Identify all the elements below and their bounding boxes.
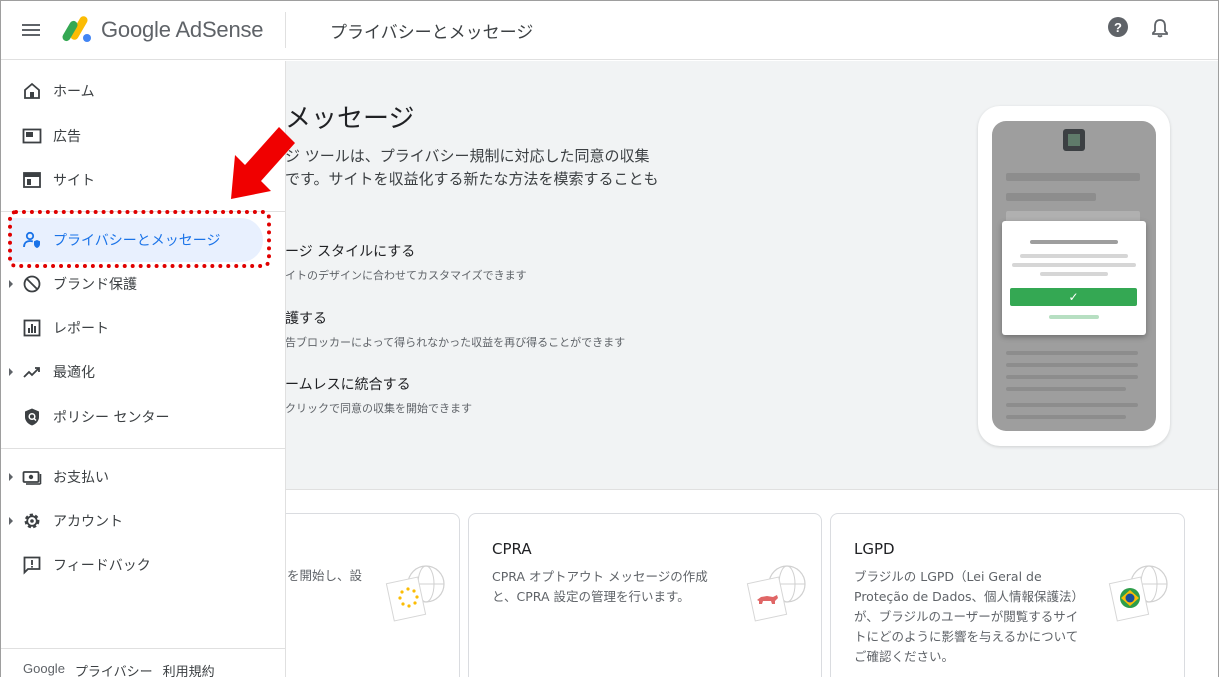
sidebar-item-brand-safety[interactable]: ブランド保護 [1,262,286,306]
page-title: プライバシーとメッセージ [330,22,534,43]
feature-title: ージ スタイルにする [285,244,416,260]
main-menu-button[interactable] [1,1,61,60]
adsense-logo[interactable]: Google AdSense [61,16,285,44]
sidebar-item-label: ポリシー センター [53,410,170,426]
shield-icon [21,406,43,428]
annotation-arrow-icon [231,127,295,199]
phone-screen: ✓ [992,121,1156,431]
lgpd-card[interactable]: LGPD ブラジルの LGPD（Lei Geral de Proteção de… [830,513,1185,677]
sidebar-divider [1,648,286,649]
cpra-card[interactable]: CPRA CPRA オプトアウト メッセージの作成 と、CPRA 設定の管理を行… [468,513,822,677]
phone-illustration: ✓ [978,106,1170,446]
card-description-line: Proteção de Dados、個人情報保護法） [854,589,1085,604]
sidebar-divider [1,448,286,449]
placeholder-bar [1006,193,1096,201]
card-title: CPRA [492,540,532,558]
help-icon[interactable]: ? [1108,17,1128,37]
feature-subtitle: クリックで同意の収集を開始できます [285,402,472,415]
card-description-line: トにどのように影響を与えるかについて [854,629,1079,644]
expand-caret-icon [9,280,13,288]
placeholder-bar [1006,173,1140,181]
adsense-logo-icon [62,16,91,42]
card-description: CPRA オプトアウト メッセージの作成 と、CPRA 設定の管理を行います。 [492,567,708,607]
feature-item: 護する 告ブロッカーによって得られなかった収益を再び得ることができます [285,308,625,350]
trending-up-icon [21,361,43,383]
card-description: ブラジルの LGPD（Lei Geral de Proteção de Dado… [854,567,1084,667]
sidebar-item-label: アカウント [53,514,123,530]
home-icon [21,80,43,102]
block-icon [21,273,43,295]
sidebar-item-label: お支払い [53,470,109,486]
sidebar-item-payments[interactable]: お支払い [1,455,286,499]
california-flag-illustration-icon [746,565,806,622]
hamburger-icon [22,29,40,31]
sidebar-item-label: 最適化 [53,365,95,381]
placeholder-line [1030,240,1118,244]
sidebar-footer: Google プライバシー 利用規約 [23,661,215,677]
placeholder-line [1012,263,1136,267]
placeholder-line [1020,254,1128,258]
top-app-bar: Google AdSense プライバシーとメッセージ ? [1,1,1218,60]
card-description-line: ご確認ください。 [854,649,955,664]
site-logo-icon [1063,129,1085,151]
hero-desc-line: ジ ツールは、プライバシー規制に対応した同意の収集 [285,147,650,165]
logo-text: Google AdSense [101,17,264,42]
sidebar-item-feedback[interactable]: フィードバック [1,543,286,587]
placeholder-line [1006,387,1126,391]
feature-title: 護する [285,311,327,327]
card-title: LGPD [854,540,895,558]
card-description-line: と、CPRA 設定の管理を行います。 [492,589,690,604]
sidebar-item-label: ホーム [53,84,95,100]
privacy-link[interactable]: プライバシー [75,661,153,677]
notifications-bell-icon[interactable] [1150,17,1170,39]
sidebar-item-label: 広告 [53,129,81,145]
header-divider [285,12,286,48]
expand-caret-icon [9,473,13,481]
placeholder-line [1006,375,1138,379]
sidebar-item-home[interactable]: ホーム [1,69,286,113]
checkmark-icon: ✓ [1010,288,1137,306]
card-description-line: が、ブラジルのユーザーが閲覧するサイ [854,609,1079,624]
placeholder-line [1049,315,1099,319]
hero-desc-line: です。サイトを収益化する新たな方法を模索することも [285,170,659,188]
sidebar-item-label: ブランド保護 [53,277,137,293]
gear-icon [21,510,43,532]
annotation-dotted-highlight [8,210,271,268]
feature-item: ージ スタイルにする イトのデザインに合わせてカスタマイズできます [285,241,527,283]
terms-link[interactable]: 利用規約 [163,661,215,677]
feature-subtitle: 告ブロッカーによって得られなかった収益を再び得ることができます [285,336,626,349]
sidebar-item-label: レポート [53,321,109,337]
feature-item: ームレスに統合する クリックで同意の収集を開始できます [285,374,472,416]
feedback-icon [21,554,43,576]
ads-icon [21,125,43,147]
sidebar-item-account[interactable]: アカウント [1,499,286,543]
placeholder-line [1006,415,1126,419]
feature-title: ームレスに統合する [285,377,411,393]
payments-icon [21,466,43,488]
eu-flag-illustration-icon [385,565,445,622]
sidebar-item-label: フィードバック [53,558,151,574]
sidebar-item-optimization[interactable]: 最適化 [1,350,286,394]
card-description-line: ブラジルの LGPD（Lei Geral de [854,569,1042,584]
placeholder-line [1006,363,1138,367]
expand-caret-icon [9,368,13,376]
google-footer-logo: Google [23,661,65,676]
placeholder-line [1006,403,1138,407]
brazil-flag-illustration-icon [1108,565,1168,622]
consent-dialog-illustration: ✓ [1002,221,1146,335]
expand-caret-icon [9,517,13,525]
sites-icon [21,169,43,191]
card-description: を開始し、設 [287,568,363,583]
bar-chart-icon [21,317,43,339]
placeholder-line [1006,351,1138,355]
placeholder-line [1040,272,1108,276]
sidebar-item-policy-center[interactable]: ポリシー センター [1,395,286,439]
hero-description: ジ ツールは、プライバシー規制に対応した同意の収集 です。サイトを収益化する新た… [285,145,685,191]
hero-title: メッセージ [285,104,415,134]
card-description-line: CPRA オプトアウト メッセージの作成 [492,569,708,584]
sidebar-item-reports[interactable]: レポート [1,306,286,350]
sidebar-item-label: サイト [53,173,95,189]
feature-subtitle: イトのデザインに合わせてカスタマイズできます [285,269,527,282]
